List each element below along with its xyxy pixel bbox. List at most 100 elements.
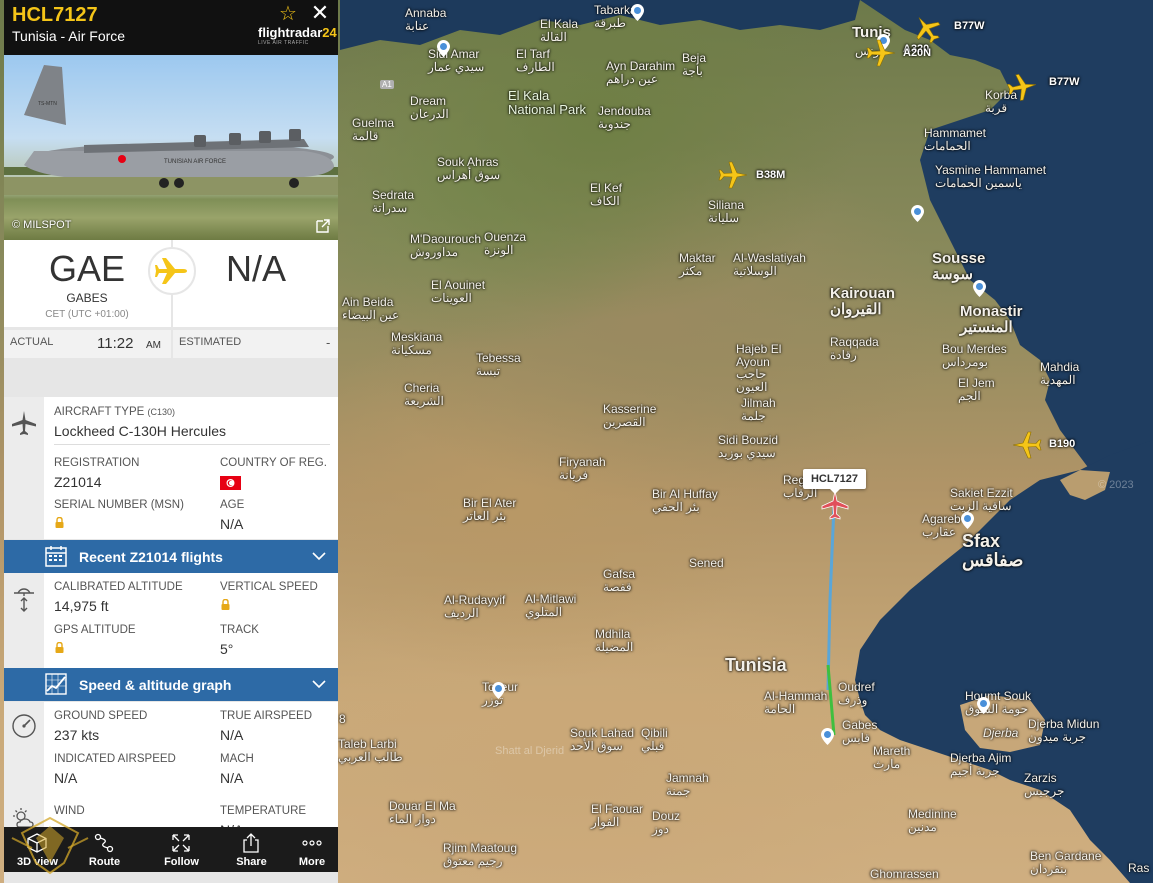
place-el-kala: El Kala القالة xyxy=(540,17,579,44)
aircraft-photo-image: TS-MTN TUNISIAN AIR FORCE xyxy=(4,65,338,195)
airport-pin-icon[interactable] xyxy=(911,205,924,222)
aircraft-type-value: Lockheed C-130H Hercules xyxy=(54,423,226,439)
airport-pin-icon[interactable] xyxy=(631,4,644,21)
registration-value: Z21014 xyxy=(54,474,102,490)
aircraft-info-block: AIRCRAFT TYPE (C130) Lockheed C-130H Her… xyxy=(4,397,338,539)
place-el-faouar: El Faouar الفوار xyxy=(591,802,644,829)
place-tunisia: Tunisia xyxy=(725,655,787,675)
airport-pin-icon[interactable] xyxy=(437,40,450,57)
place-gabes: Gabes قابس xyxy=(842,718,878,745)
road-tag-a1: A1 xyxy=(380,80,394,89)
traffic-label: B190 xyxy=(1049,438,1076,450)
bookmark-star-icon[interactable]: ☆ xyxy=(277,3,299,25)
lock-icon[interactable] xyxy=(55,642,64,653)
speed-altitude-graph-bar[interactable]: Speed & altitude graph xyxy=(4,668,338,701)
airport-pin-icon[interactable] xyxy=(961,512,974,529)
close-icon[interactable]: ✕ xyxy=(309,2,331,24)
share-icon xyxy=(243,833,259,853)
place-tebessa: Tebessa تبسة xyxy=(476,351,521,378)
more-button[interactable]: More xyxy=(286,827,338,872)
external-link-icon[interactable] xyxy=(315,218,331,234)
place-sedrata: Sedrata سدراتة xyxy=(372,188,415,215)
traffic-plane-icon[interactable] xyxy=(1012,430,1042,460)
aircraft-type-label: AIRCRAFT TYPE (C130) xyxy=(54,406,176,418)
place-shatt-al-djerid: Shatt al Djerid xyxy=(495,745,565,757)
share-button[interactable]: Share xyxy=(218,827,285,872)
place-kasserine: Kasserine القصرين xyxy=(603,402,657,429)
recent-flights-bar[interactable]: Recent Z21014 flights xyxy=(4,540,338,573)
origin-airport-code[interactable]: GAE xyxy=(4,248,170,290)
airport-pin-icon[interactable] xyxy=(973,280,986,297)
gps-altitude-label: GPS ALTITUDE xyxy=(54,624,136,636)
place-sfax: Sfax صفاقس xyxy=(962,531,1024,570)
route-line-blue xyxy=(826,504,836,691)
place-rjim-maatoug: Rjim Maatoug رجيم معتوق xyxy=(443,841,518,868)
vertical-speed-label: VERTICAL SPEED xyxy=(220,581,318,593)
place-sousse: Sousse سوسة xyxy=(932,250,986,283)
place-sened: Sened xyxy=(689,556,724,570)
track-label: TRACK xyxy=(220,624,259,636)
place-al-rudayyif: Al-Rudayyif الرديف xyxy=(444,593,506,620)
place-el-kef: El Kef الكاف xyxy=(590,181,623,208)
place-al-hammah: Al-Hammah الحامة xyxy=(764,689,828,716)
follow-button[interactable]: Follow xyxy=(148,827,215,872)
lock-icon[interactable] xyxy=(55,517,64,528)
place-medinine: Medinine مدنين xyxy=(908,807,957,834)
place-monastir: Monastir المنستير xyxy=(960,303,1023,336)
track-value: 5° xyxy=(220,641,234,657)
flightradar24-tagline: LIVE AIR TRAFFIC xyxy=(258,40,309,46)
place-taleb-larbi: Taleb Larbi طالب العربي xyxy=(338,737,403,764)
place-mareth: Mareth مارث xyxy=(873,744,911,771)
airport-pin-icon[interactable] xyxy=(492,682,505,699)
place-ouenza: Ouenza الونزة xyxy=(484,230,527,257)
traffic-label: B38M xyxy=(756,169,786,181)
aircraft-icon xyxy=(12,411,36,435)
place-ben-gardane: Ben Gardane بنقردان xyxy=(1030,849,1102,876)
follow-icon xyxy=(172,834,190,852)
place-annaba: Annaba عنابة xyxy=(405,6,447,33)
place-souk-ahras: Souk Ahras سوق أهراس xyxy=(437,155,501,182)
place-meskiana: Meskiana مسكيانة xyxy=(391,330,443,357)
place-mdaourouch: M'Daourouch مداوروش xyxy=(410,232,481,259)
country-label: COUNTRY OF REG. xyxy=(220,457,327,469)
place-raqqada: Raqqada رقادة xyxy=(830,335,879,362)
graph-icon xyxy=(45,673,67,695)
speed-info-block: GROUND SPEED 237 kts TRUE AIRSPEED N/A I… xyxy=(4,702,338,797)
flight-callsign: HCL7127 xyxy=(12,4,98,26)
aircraft-photo[interactable]: TS-MTN TUNISIAN AIR FORCE xyxy=(4,55,338,240)
place-kairouan: Kairouan القيروان xyxy=(830,285,896,318)
traffic-plane-icon[interactable] xyxy=(718,160,748,190)
airline-name: Tunisia - Air Force xyxy=(12,28,126,44)
gabes-airport-pin-icon[interactable] xyxy=(821,728,834,745)
place-bir-al-huffay: Bir Al Huffay بئر الحفي xyxy=(652,487,718,514)
photo-credit: © MILSPOT xyxy=(12,219,72,231)
traffic-plane-icon[interactable] xyxy=(1005,70,1040,105)
estimated-time: - xyxy=(326,335,331,350)
destination-airport-code: N/A xyxy=(225,248,286,289)
lock-icon[interactable] xyxy=(221,599,230,610)
place-oudref: Oudref وذرف xyxy=(838,680,875,707)
altitude-icon xyxy=(14,588,34,612)
true-airspeed-value: N/A xyxy=(220,727,244,743)
airport-pin-icon[interactable] xyxy=(977,697,990,714)
place-maktar: Maktar مكثر xyxy=(679,251,716,278)
place-jamnah: Jamnah جمنة xyxy=(666,771,709,798)
calendar-icon xyxy=(45,546,67,567)
traffic-plane-icon[interactable] xyxy=(866,38,896,68)
place-ain-beida: Ain Beida عين البيضاء xyxy=(342,295,400,322)
selected-flight-callout[interactable]: HCL7127 xyxy=(803,469,866,494)
mach-value: N/A xyxy=(220,770,244,786)
origin-timezone: CET (UTC +01:00) xyxy=(45,309,129,320)
place-jilmah: Jilmah جلمة xyxy=(741,396,776,423)
chevron-down-icon xyxy=(312,680,326,689)
map-copyright: © 2023 xyxy=(1098,479,1134,491)
altitude-info-block: CALIBRATED ALTITUDE 14,975 ft VERTICAL S… xyxy=(4,573,338,668)
recent-flights-title: Recent Z21014 flights xyxy=(79,549,223,565)
route-plane-icon xyxy=(148,247,196,295)
place-jendouba: Jendouba جندوبة xyxy=(598,104,651,131)
place-souk-lahad: Souk Lahad سوق الأحد xyxy=(570,726,635,753)
place-al-mitlawi: Al-Mitlawi المتلوي xyxy=(525,592,577,619)
selected-plane-icon[interactable] xyxy=(820,490,850,520)
place-firyanah: Firyanah فريانة xyxy=(559,455,606,482)
traffic-label: B77W xyxy=(954,20,985,32)
